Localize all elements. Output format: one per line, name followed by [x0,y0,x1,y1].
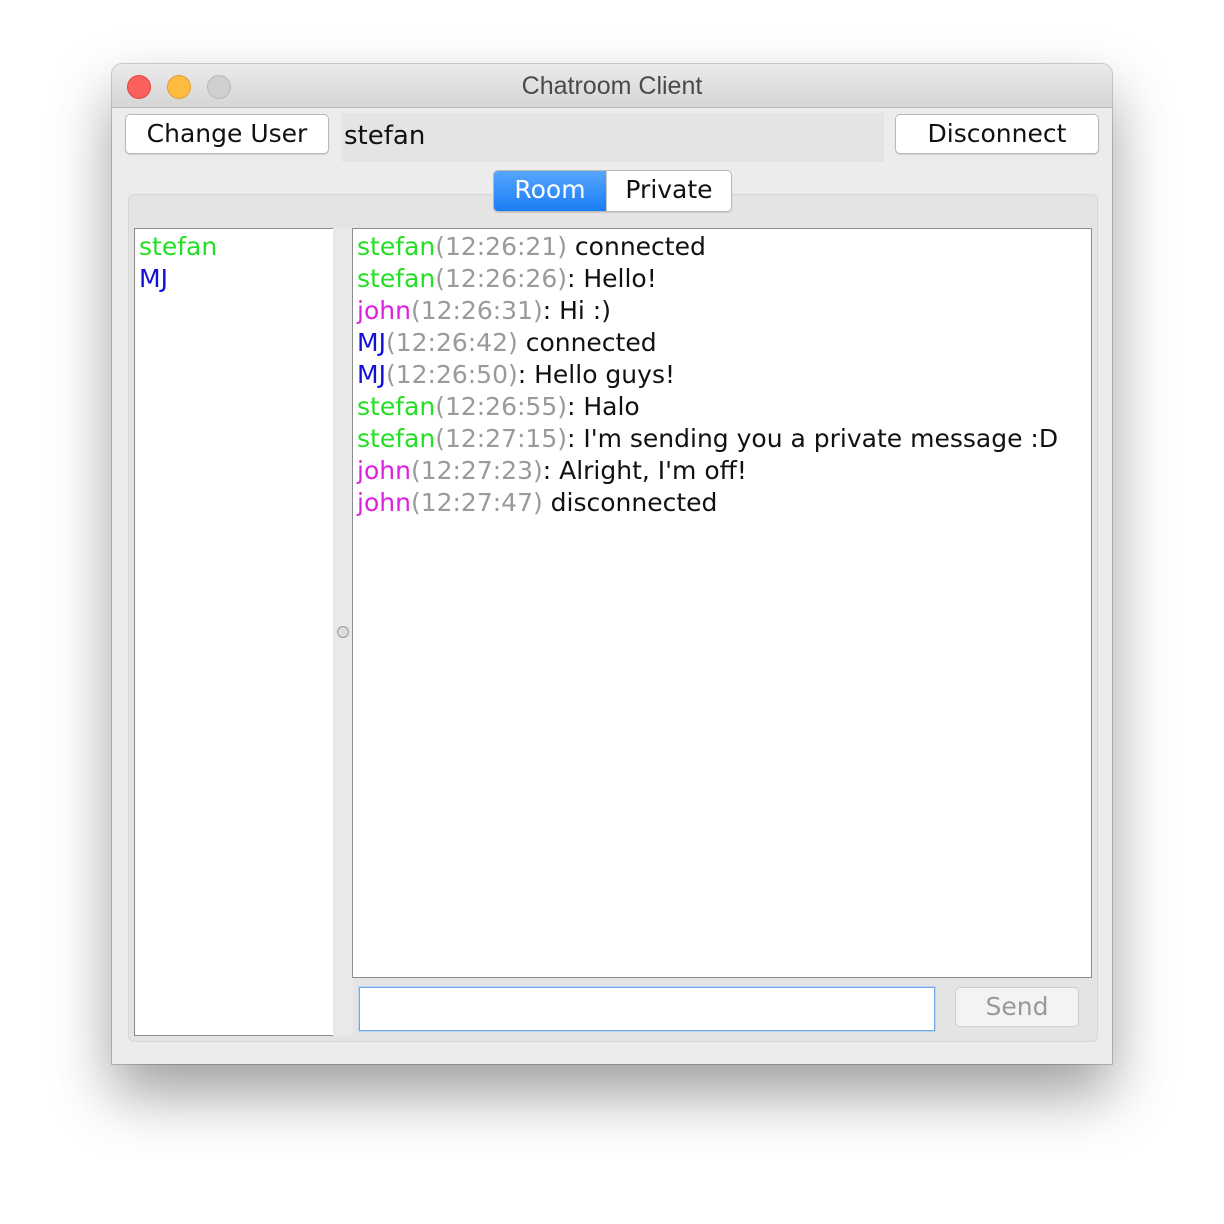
message-input[interactable] [359,987,935,1031]
message-text: disconnected [542,488,718,517]
message-text: : Halo [566,392,640,421]
chat-message: john(12:27:47) disconnected [353,485,1091,517]
message-timestamp: (12:26:31) [410,296,543,325]
message-sender: stefan [357,424,436,453]
chat-message: stefan(12:27:15): I'm sending you a priv… [353,421,1091,453]
message-text: : Alright, I'm off! [542,456,747,485]
message-sender: john [357,488,411,517]
message-timestamp: (12:26:26) [435,264,567,293]
chatroom-window: Chatroom Client Change User stefan Disco… [112,64,1112,1064]
message-sender: stefan [357,264,436,293]
message-text: : Hello! [566,264,657,293]
message-text: connected [566,232,706,261]
message-sender: john [357,456,411,485]
change-user-button[interactable]: Change User [125,114,329,154]
chat-message: stefan(12:26:21) connected [353,229,1091,261]
message-timestamp: (12:26:21) [435,232,567,261]
chat-message: MJ(12:26:50): Hello guys! [353,357,1091,389]
message-text: : Hi :) [542,296,611,325]
message-sender: stefan [357,232,436,261]
chat-message: stefan(12:26:55): Halo [353,389,1091,421]
tab-room[interactable]: Room [494,171,606,211]
divider-grip-icon[interactable] [337,626,349,638]
message-timestamp: (12:26:55) [435,392,567,421]
message-text: : I'm sending you a private message :D [566,424,1059,453]
disconnect-button[interactable]: Disconnect [895,114,1099,154]
message-timestamp: (12:27:23) [410,456,543,485]
title-bar[interactable]: Chatroom Client [112,64,1112,108]
current-user-label: stefan [342,113,884,162]
message-sender: john [357,296,411,325]
message-sender: MJ [357,328,386,357]
message-timestamp: (12:27:47) [410,488,543,517]
user-list-item[interactable]: stefan [135,229,333,261]
chat-message: MJ(12:26:42) connected [353,325,1091,357]
user-list-item[interactable]: MJ [135,261,333,293]
chat-message: stefan(12:26:26): Hello! [353,261,1091,293]
tab-bar: Room Private [493,170,732,212]
chat-log: stefan(12:26:21) connected stefan(12:26:… [352,228,1092,978]
chat-message: john(12:27:23): Alright, I'm off! [353,453,1091,485]
user-list: stefan MJ [134,228,334,1036]
message-timestamp: (12:27:15) [435,424,567,453]
message-sender: MJ [357,360,386,389]
message-timestamp: (12:26:42) [385,328,518,357]
tab-private[interactable]: Private [606,171,731,211]
chat-message: john(12:26:31): Hi :) [353,293,1091,325]
message-sender: stefan [357,392,436,421]
send-button[interactable]: Send [955,987,1079,1027]
message-text: : Hello guys! [517,360,675,389]
message-timestamp: (12:26:50) [385,360,518,389]
message-text: connected [517,328,657,357]
window-title: Chatroom Client [521,72,703,100]
